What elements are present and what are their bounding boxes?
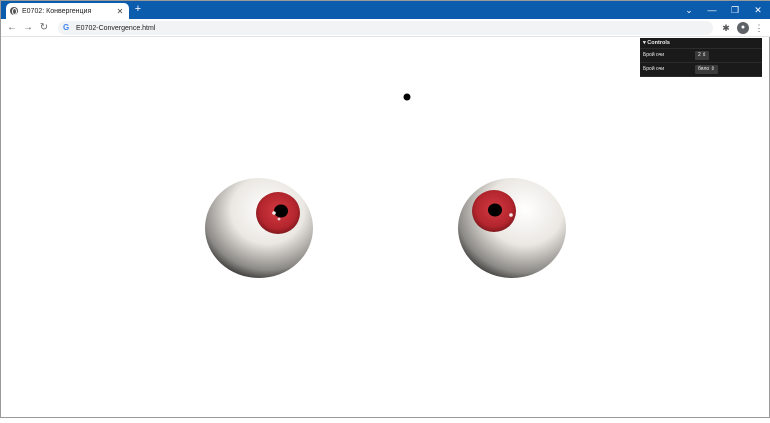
globe-icon xyxy=(10,7,18,15)
google-icon: G xyxy=(63,23,70,32)
minimize-button[interactable]: — xyxy=(701,1,723,19)
tab-search-icon[interactable]: ⌄ xyxy=(678,1,700,19)
restore-button[interactable]: ❐ xyxy=(724,1,746,19)
tab-active[interactable]: E0702: Конвергенция ✕ xyxy=(6,3,129,19)
back-icon[interactable]: ← xyxy=(5,21,19,35)
browser-toolbar: ← → ↻ G E0702-Convergence.html ✱ ● ⋮ xyxy=(1,19,770,37)
controls-title: Controls xyxy=(647,40,670,46)
reload-icon[interactable]: ↻ xyxy=(37,21,51,35)
render-canvas[interactable] xyxy=(2,38,770,418)
target-dot xyxy=(403,93,411,101)
right-eye xyxy=(458,178,566,278)
control-row-eye-color: Брой очи бяло ⇕ xyxy=(640,63,762,77)
menu-kebab-icon[interactable]: ⋮ xyxy=(753,22,765,34)
eye-count-select[interactable]: 2 ⇕ xyxy=(695,51,710,60)
url-text: E0702-Convergence.html xyxy=(76,24,156,32)
new-tab-button[interactable]: + xyxy=(132,3,144,15)
close-window-button[interactable]: ✕ xyxy=(747,1,769,19)
control-row-eye-count: Брой очи 2 ⇕ xyxy=(640,49,762,63)
extensions-icon[interactable]: ✱ xyxy=(720,22,732,34)
address-bar[interactable]: G E0702-Convergence.html xyxy=(58,21,713,35)
browser-window: E0702: Конвергенция ✕ + ⌄ — ❐ ✕ ← → ↻ G … xyxy=(0,0,770,418)
controls-panel: ▾ Controls Брой очи 2 ⇕ Брой очи бяло ⇕ xyxy=(640,38,762,77)
tab-title: E0702: Конвергенция xyxy=(22,7,92,15)
controls-header[interactable]: ▾ Controls xyxy=(640,38,762,49)
tab-close-icon[interactable]: ✕ xyxy=(115,7,125,16)
profile-avatar-icon[interactable]: ● xyxy=(737,22,749,34)
control-label: Брой очи xyxy=(643,52,665,58)
eyes-scene xyxy=(205,93,566,278)
eye-color-select[interactable]: бяло ⇕ xyxy=(695,65,718,74)
control-label: Брой очи xyxy=(643,66,665,72)
title-bar: E0702: Конвергенция ✕ + ⌄ — ❐ ✕ xyxy=(1,1,770,19)
forward-icon[interactable]: → xyxy=(21,21,35,35)
left-eye xyxy=(205,178,313,278)
